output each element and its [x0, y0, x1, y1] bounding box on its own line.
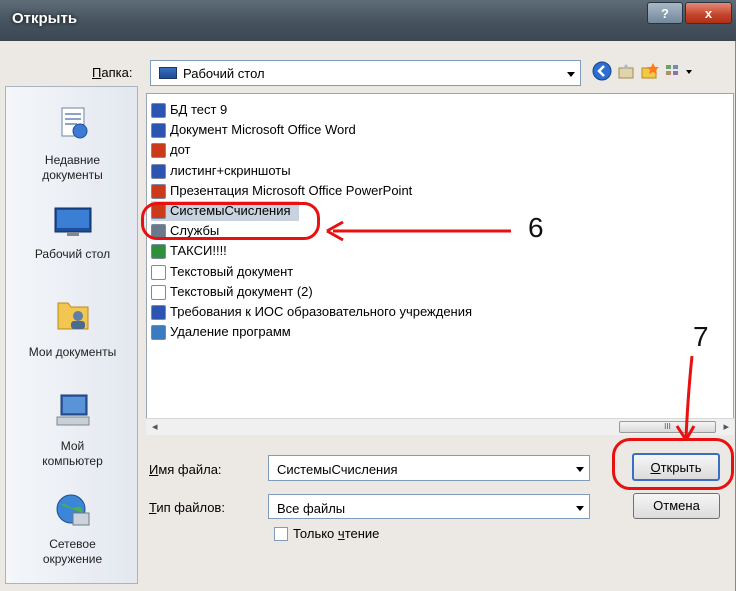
dialog-title: Открыть — [12, 10, 78, 27]
filename-combo[interactable]: СистемыСчисления — [268, 455, 590, 481]
chevron-down-icon[interactable] — [567, 72, 575, 77]
my-computer-icon — [56, 394, 89, 426]
folder-combo[interactable]: Рабочий стол — [150, 60, 581, 86]
title-bar[interactable]: Открыть ? x — [0, 0, 736, 41]
place-label-line2: компьютер — [42, 454, 103, 468]
annotation-arrow-6 — [326, 220, 511, 242]
new-folder-icon[interactable] — [640, 61, 660, 81]
place-label-line1: Сетевое — [49, 537, 96, 551]
powerpoint-icon — [151, 183, 166, 199]
filename-label: Имя файла: — [149, 462, 222, 477]
network-globe-icon — [56, 494, 89, 526]
place-my-documents[interactable]: Мои документы — [6, 287, 139, 377]
word-doc-icon — [151, 305, 166, 320]
file-name: Презентация Microsoft Office PowerPoint — [170, 182, 413, 198]
recent-documents-icon — [61, 107, 87, 139]
text-file-icon — [151, 264, 166, 280]
places-bar: Недавние документы Рабочий стол Мои докум… — [5, 86, 138, 584]
filetype-label: Тип файлов: — [149, 500, 225, 515]
image-icon — [151, 244, 166, 260]
word-doc-icon — [151, 163, 166, 179]
open-dialog: Открыть ? x Папка: Рабочий стол Недавние… — [0, 0, 736, 591]
filetype-combo[interactable]: Все файлы — [268, 494, 590, 519]
annotation-highlight-open — [612, 438, 734, 490]
readonly-label: Только чтение — [293, 526, 380, 541]
place-label-line2: окружение — [42, 552, 103, 566]
file-name: Текстовый документ (2) — [170, 283, 313, 299]
file-name: листинг+скриншоты — [170, 162, 291, 178]
view-menu-icon[interactable] — [664, 61, 696, 81]
place-label-line1: Недавние — [44, 153, 101, 167]
up-folder-icon[interactable] — [616, 61, 636, 81]
place-label: Мои документы — [28, 345, 117, 359]
file-name: БД тест 9 — [170, 102, 228, 117]
place-my-computer[interactable]: Мой компьютер — [6, 387, 139, 487]
desktop-icon — [54, 207, 91, 236]
place-label-line2: документы — [42, 168, 103, 182]
powerpoint-icon — [151, 143, 166, 159]
folder-value: Рабочий стол — [183, 66, 265, 81]
annotation-arrow-7 — [675, 355, 696, 441]
back-icon[interactable] — [592, 61, 612, 81]
folder-label: Папка: — [92, 65, 133, 80]
chevron-down-icon[interactable] — [576, 506, 584, 511]
file-name: Текстовый документ — [170, 263, 294, 279]
scroll-left-arrow[interactable]: ◂ — [152, 420, 158, 433]
file-name: Документ Microsoft Office Word — [170, 122, 356, 138]
place-label-line1: Мой — [60, 439, 85, 453]
file-name: дот — [170, 142, 191, 158]
file-list[interactable]: БД тест 9 Документ Microsoft Office Word д… — [146, 93, 734, 435]
scroll-right-arrow[interactable]: ▸ — [723, 420, 729, 433]
filetype-value: Все файлы — [277, 501, 346, 516]
chevron-down-icon[interactable] — [576, 467, 584, 472]
horizontal-scrollbar[interactable]: ◂ III ▸ — [146, 418, 734, 435]
file-name: Требования к ИОС образовательного учрежд… — [170, 304, 473, 319]
file-name: Удаление программ — [170, 324, 291, 340]
my-documents-icon — [57, 302, 88, 330]
place-desktop[interactable]: Рабочий стол — [6, 197, 139, 277]
place-network[interactable]: Сетевое окружение — [6, 487, 139, 582]
close-button[interactable]: x — [685, 2, 732, 24]
word-doc-icon — [151, 123, 166, 139]
cancel-button[interactable]: Отмена — [633, 493, 720, 519]
annotation-highlight-file — [141, 202, 320, 240]
place-recent-documents[interactable]: Недавние документы — [6, 97, 139, 187]
text-file-icon — [151, 284, 166, 300]
word-doc-icon — [151, 103, 166, 118]
help-button[interactable]: ? — [647, 2, 683, 24]
annotation-step-6: 6 — [528, 212, 544, 243]
desktop-icon — [159, 67, 177, 79]
filename-input[interactable]: СистемыСчисления — [277, 462, 398, 477]
place-label: Рабочий стол — [34, 247, 111, 261]
readonly-checkbox[interactable] — [274, 527, 288, 541]
annotation-step-7: 7 — [693, 321, 709, 352]
program-shortcut-icon — [151, 325, 166, 341]
file-name: ТАКСИ!!!! — [170, 243, 227, 259]
